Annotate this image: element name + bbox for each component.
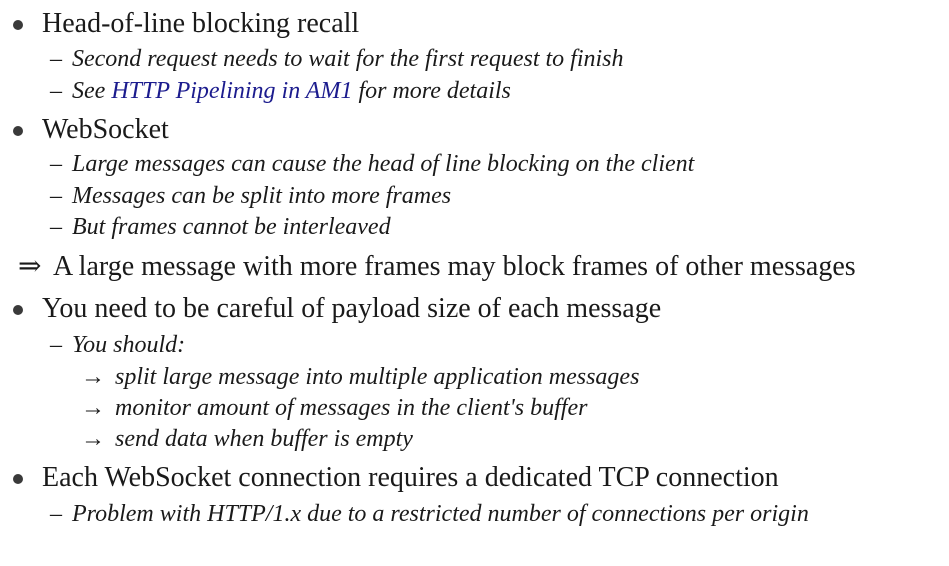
dash-marker: –	[50, 214, 62, 240]
right-arrow-icon: →	[81, 395, 105, 421]
sub-bullet-text: You should:	[72, 332, 186, 358]
dash-marker: –	[50, 183, 62, 209]
implication-line: ⇒ A large message with more frames may bl…	[18, 251, 856, 283]
arrow-item-text: monitor amount of messages in the client…	[115, 395, 588, 421]
sub-bullet-item: – See HTTP Pipelining in AM1 for more det…	[50, 76, 511, 106]
dash-marker: –	[50, 78, 62, 104]
dash-marker: –	[50, 151, 62, 177]
bullet-item: WebSocket	[42, 114, 169, 146]
bullet-dot	[13, 20, 23, 30]
bullet-dot	[13, 305, 23, 315]
right-arrow-icon: →	[81, 426, 105, 452]
bullet-dot	[13, 474, 23, 484]
right-arrow-icon: →	[81, 364, 105, 390]
arrow-item-text: split large message into multiple applic…	[115, 364, 640, 390]
bullet-item: You need to be careful of payload size o…	[42, 293, 661, 325]
bullet-item: Each WebSocket connection requires a ded…	[42, 462, 779, 494]
sub-bullet-prefix: See	[72, 78, 112, 104]
http-pipelining-link[interactable]: HTTP Pipelining in AM1	[111, 78, 352, 104]
bullet-item: Head-of-line blocking recall	[42, 8, 359, 40]
sub-bullet-text: Messages can be split into more frames	[72, 183, 452, 209]
sub-bullet-text: Problem with HTTP/1.x due to a restricte…	[72, 501, 809, 527]
sub-bullet-item: – Messages can be split into more frames	[50, 181, 451, 211]
sub-bullet-item: – Problem with HTTP/1.x due to a restrict…	[50, 499, 809, 529]
bullet-text: Each WebSocket connection requires a ded…	[42, 462, 779, 493]
implies-arrow-icon: ⇒	[18, 251, 42, 282]
implication-text: A large message with more frames may blo…	[53, 251, 856, 282]
sub-bullet-text: Large messages can cause the head of lin…	[72, 151, 695, 177]
sub-bullet-suffix: for more details	[352, 78, 511, 104]
sub-bullet-text: But frames cannot be interleaved	[72, 214, 391, 240]
sub-bullet-item: – But frames cannot be interleaved	[50, 212, 391, 242]
sub-bullet-item: – Large messages can cause the head of li…	[50, 149, 694, 179]
bullet-dot	[13, 126, 23, 136]
sub-bullet-item: – You should:	[50, 330, 185, 360]
slide: Head-of-line blocking recall – Second req…	[0, 0, 949, 566]
arrow-item: → send data when buffer is empty	[81, 424, 413, 454]
bullet-text: You need to be careful of payload size o…	[42, 293, 662, 324]
dash-marker: –	[50, 332, 62, 358]
sub-bullet-item: – Second request needs to wait for the fi…	[50, 44, 624, 74]
arrow-item-text: send data when buffer is empty	[115, 426, 413, 452]
bullet-text: Head-of-line blocking recall	[42, 8, 360, 39]
dash-marker: –	[50, 501, 62, 527]
dash-marker: –	[50, 46, 62, 72]
arrow-item: → monitor amount of messages in the clien…	[81, 393, 587, 423]
bullet-text: WebSocket	[42, 114, 169, 145]
arrow-item: → split large message into multiple appli…	[81, 362, 639, 392]
sub-bullet-text: Second request needs to wait for the fir…	[72, 46, 624, 72]
